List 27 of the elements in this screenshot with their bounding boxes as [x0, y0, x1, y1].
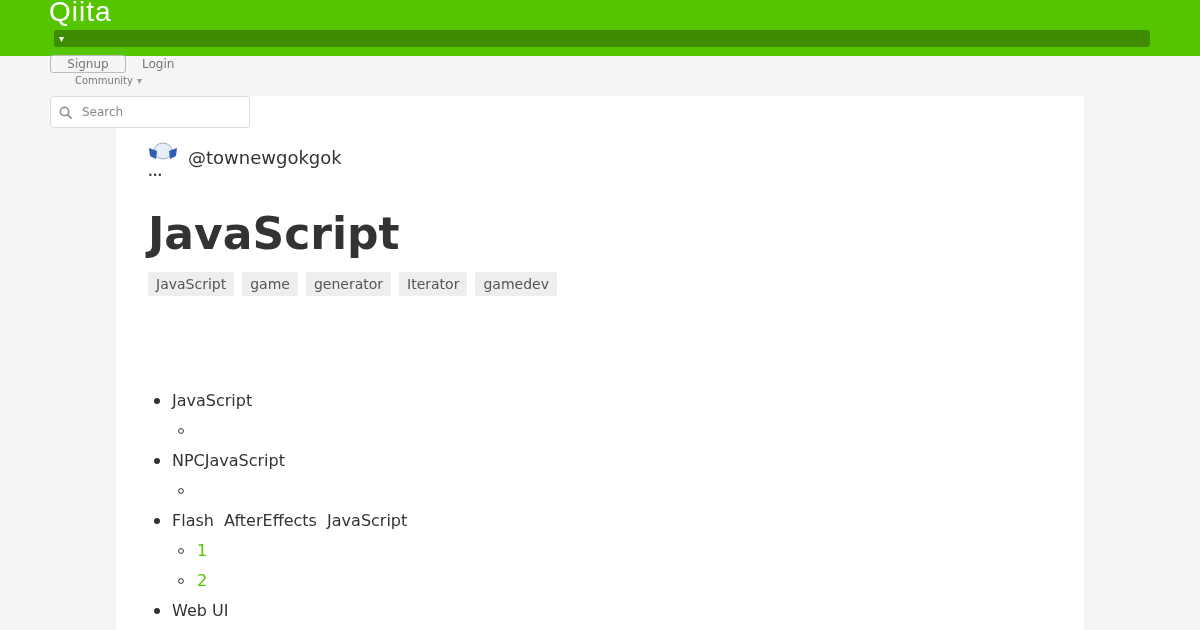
- outline-item: Flash AfterEffects JavaScript: [172, 510, 408, 532]
- outline-item: JavaScript: [172, 390, 253, 412]
- bullet-icon: [178, 428, 184, 434]
- more-menu[interactable]: •••: [148, 171, 163, 181]
- menu-bar[interactable]: ▾: [54, 30, 1150, 47]
- bullet-icon: [154, 608, 160, 614]
- login-link[interactable]: Login: [142, 55, 175, 73]
- caret-icon: ▾: [136, 75, 142, 87]
- bullet-icon: [178, 578, 184, 584]
- tag[interactable]: Iterator: [399, 272, 468, 296]
- tag[interactable]: JavaScript: [148, 272, 235, 296]
- bullet-icon: [178, 548, 184, 554]
- author-name[interactable]: @townewgokgok: [188, 144, 342, 171]
- search-field[interactable]: Search: [50, 96, 250, 128]
- signup-button[interactable]: Signup: [50, 55, 126, 73]
- tag[interactable]: game: [242, 272, 298, 296]
- search-icon: [59, 106, 72, 119]
- outline-item: NPCJavaScript: [172, 450, 285, 472]
- outline-item: Web UI: [172, 600, 229, 622]
- tag[interactable]: gamedev: [475, 272, 557, 296]
- bullet-icon: [154, 398, 160, 404]
- bullet-icon: [154, 518, 160, 524]
- caret-icon: ▾: [59, 33, 65, 44]
- bullet-icon: [154, 458, 160, 464]
- tag[interactable]: generator: [305, 272, 392, 296]
- bullet-icon: [178, 488, 184, 494]
- community-link[interactable]: Community: [75, 75, 133, 87]
